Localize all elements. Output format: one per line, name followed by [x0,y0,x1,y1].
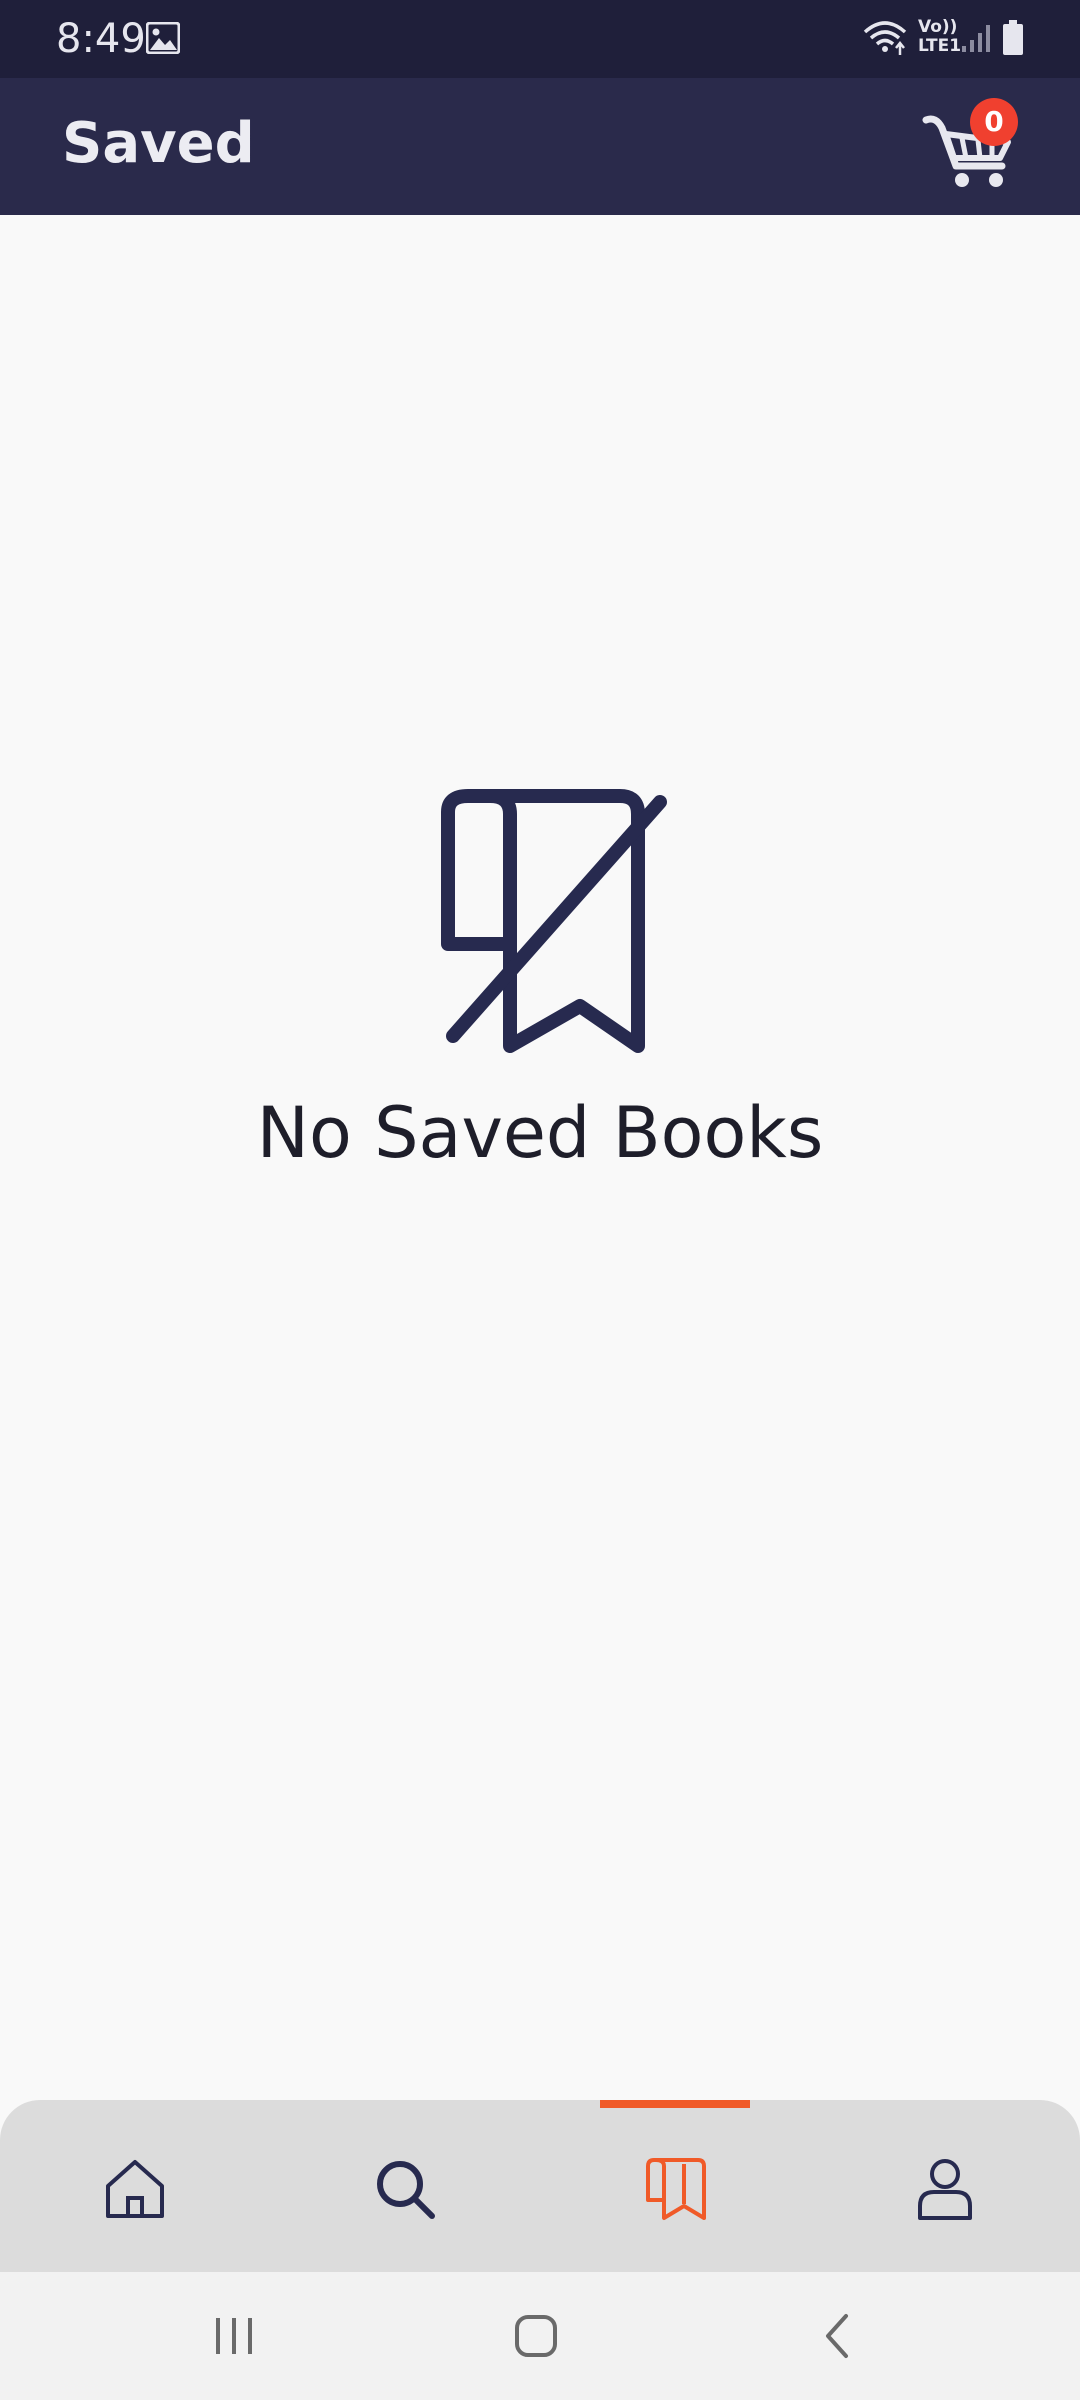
system-navigation-bar [0,2272,1080,2400]
bottom-navigation [0,2100,1080,2272]
home-button-icon [515,2315,557,2357]
nav-profile[interactable] [870,2100,1020,2272]
page-title: Saved [62,111,255,176]
saved-book-icon [646,2158,706,2220]
nav-home[interactable] [60,2100,210,2272]
empty-state: No Saved Books [0,770,1080,1190]
empty-message: No Saved Books [256,1092,824,1174]
battery-icon [1003,20,1023,55]
nav-saved[interactable] [600,2100,750,2272]
lte-text: LTE1 [918,36,962,56]
nav-search[interactable] [330,2100,480,2272]
status-bar: 8:49 Vo)) LTE1 [0,0,1080,78]
recents-icon [216,2318,252,2354]
recents-button[interactable] [194,2306,274,2366]
wifi-icon [863,21,907,55]
bookmark-off-icon [441,789,667,1053]
status-time: 8:49 [56,16,146,62]
app-bar: Saved 0 [0,78,1080,215]
home-icon [106,2160,164,2218]
network-type-label: Vo)) LTE1 [918,17,962,56]
system-home-button[interactable] [496,2306,576,2366]
signal-icon [962,25,990,52]
back-icon [826,2314,848,2358]
cart-button[interactable]: 0 [916,92,1026,202]
profile-icon [918,2159,972,2220]
search-icon [377,2161,435,2219]
volte-text: Vo)) [918,17,958,37]
cart-count-badge: 0 [970,98,1018,146]
back-button[interactable] [798,2306,878,2366]
gallery-notification-icon [146,22,180,54]
